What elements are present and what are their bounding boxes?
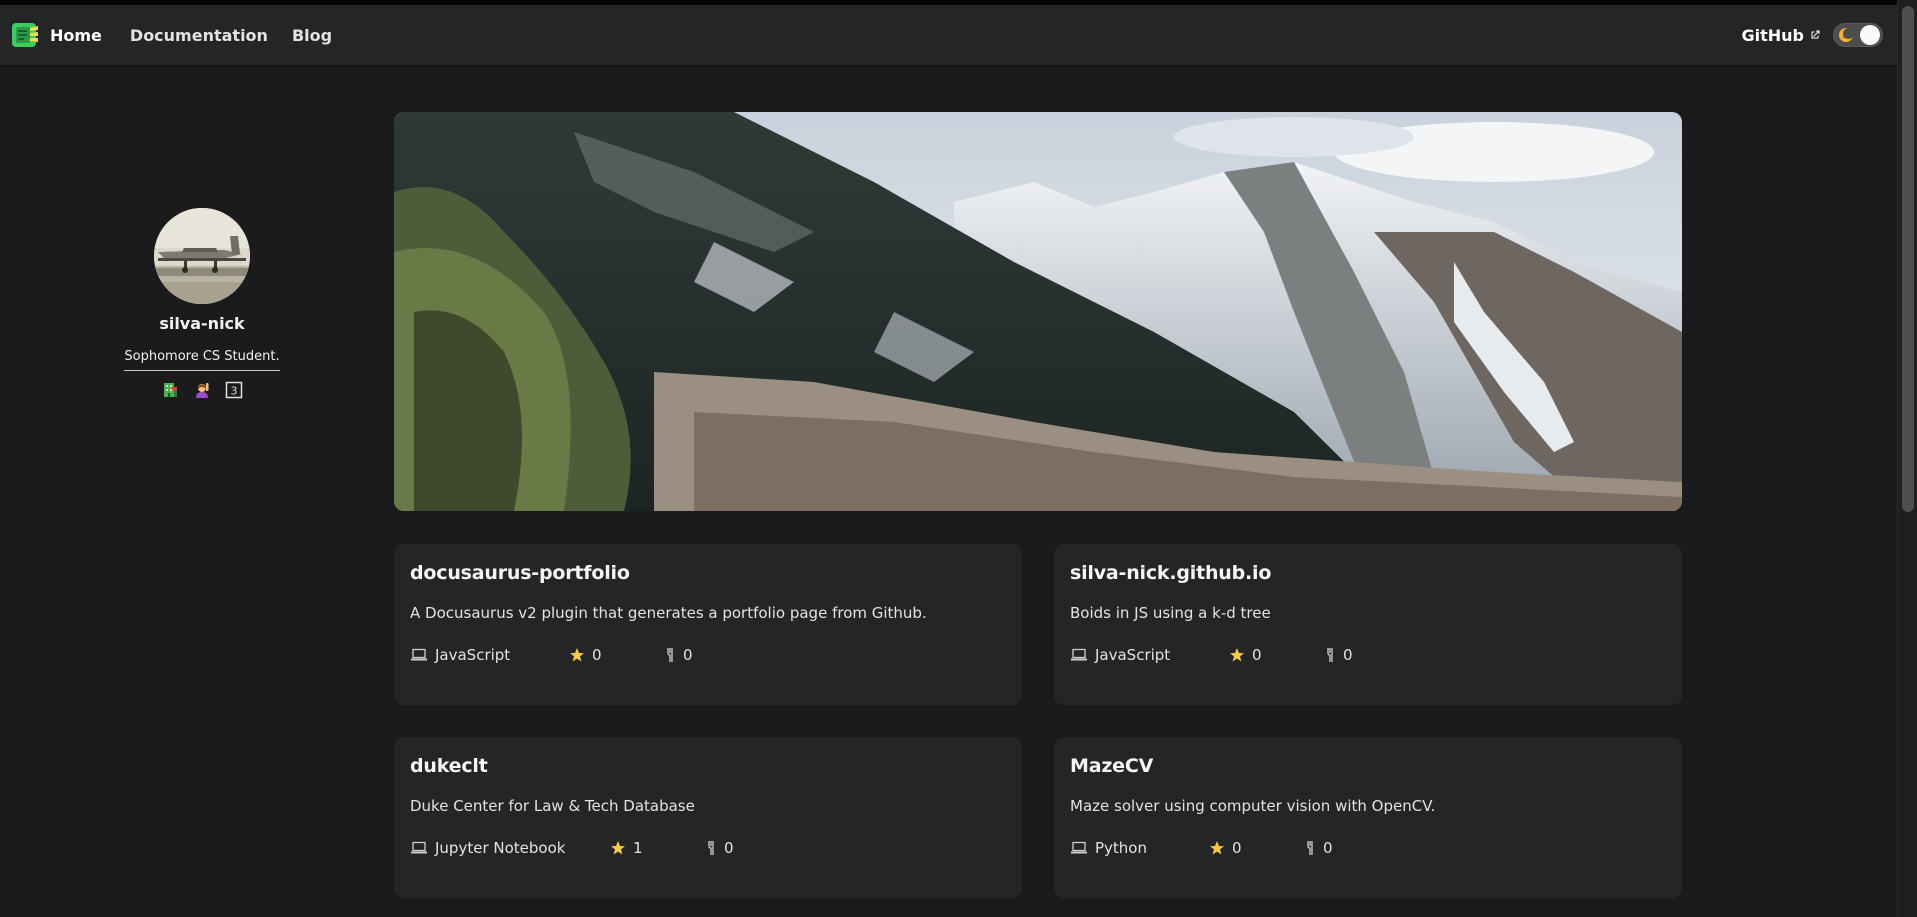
repo-stars: 0 xyxy=(1229,646,1326,664)
repo-meta: JavaScript 0 0 xyxy=(1070,646,1666,664)
nav-blog-link[interactable]: Blog xyxy=(292,26,332,45)
star-icon xyxy=(1230,648,1244,662)
repo-language: JavaScript xyxy=(1070,646,1229,664)
fork-icon xyxy=(1327,648,1333,662)
avatar-airplane-image xyxy=(154,208,250,304)
repo-forks-count: 0 xyxy=(1343,646,1353,664)
repo-description: Boids in JS using a k-d tree xyxy=(1070,604,1271,622)
github-link[interactable]: GitHub xyxy=(1742,26,1822,45)
moon-icon xyxy=(1839,28,1854,42)
fork-icon xyxy=(708,841,714,855)
external-link-icon xyxy=(1811,30,1820,39)
site-logo-icon[interactable] xyxy=(10,20,40,50)
repo-forks: 0 xyxy=(1306,839,1333,857)
repo-card[interactable]: docusaurus-portfolio A Docusaurus v2 plu… xyxy=(394,544,1022,705)
repo-title[interactable]: docusaurus-portfolio xyxy=(410,562,1006,584)
repo-language: Jupyter Notebook xyxy=(410,839,610,857)
toggle-knob xyxy=(1860,25,1880,45)
repo-stars-count: 0 xyxy=(592,646,602,664)
repo-description: A Docusaurus v2 plugin that generates a … xyxy=(410,604,927,622)
repo-forks: 0 xyxy=(707,839,734,857)
laptop-icon xyxy=(411,841,427,854)
navbar-right: GitHub xyxy=(1742,5,1898,65)
repo-forks-count: 0 xyxy=(724,839,734,857)
repo-language: Python xyxy=(1070,839,1209,857)
star-icon xyxy=(611,841,625,855)
repo-card[interactable]: dukeclt Duke Center for Law & Tech Datab… xyxy=(394,737,1022,898)
navbar: Home Documentation Blog GitHub xyxy=(0,5,1897,65)
avatar xyxy=(154,208,250,304)
building-icon xyxy=(161,381,179,399)
repo-card[interactable]: silva-nick.github.io Boids in JS using a… xyxy=(1054,544,1682,705)
repo-stars-count: 0 xyxy=(1252,646,1262,664)
star-icon xyxy=(1210,841,1224,855)
repo-card[interactable]: MazeCV Maze solver using computer vision… xyxy=(1054,737,1682,898)
repo-meta: Jupyter Notebook 1 0 xyxy=(410,839,1006,857)
repo-description: Duke Center for Law & Tech Database xyxy=(410,797,695,815)
repo-language: JavaScript xyxy=(410,646,569,664)
laptop-icon xyxy=(411,648,427,661)
repo-title[interactable]: dukeclt xyxy=(410,755,1006,777)
laptop-icon xyxy=(1071,648,1087,661)
keycap-3-icon: 3 xyxy=(225,381,243,399)
page-scrollbar[interactable] xyxy=(1897,0,1917,917)
repo-title[interactable]: silva-nick.github.io xyxy=(1070,562,1666,584)
fork-icon xyxy=(1307,841,1313,855)
repo-meta: Python 0 0 xyxy=(1070,839,1666,857)
repo-stars: 0 xyxy=(1209,839,1306,857)
repo-forks-count: 0 xyxy=(683,646,693,664)
github-link-label: GitHub xyxy=(1741,25,1805,45)
profile-bio: Sophomore CS Student. xyxy=(124,349,280,371)
person-raising-hand-icon xyxy=(193,381,211,399)
profile-sidebar: silva-nick Sophomore CS Student. 3 xyxy=(100,208,304,399)
repo-forks: 0 xyxy=(1326,646,1353,664)
dark-mode-toggle[interactable] xyxy=(1833,23,1883,47)
repo-language-label: JavaScript xyxy=(435,646,511,664)
repo-language-label: Jupyter Notebook xyxy=(435,839,566,857)
repo-title[interactable]: MazeCV xyxy=(1070,755,1666,777)
repo-stars: 1 xyxy=(610,839,707,857)
hero-mountain-banner xyxy=(394,112,1682,511)
repo-forks: 0 xyxy=(666,646,693,664)
mountain-landscape-image xyxy=(394,112,1682,511)
repo-meta: JavaScript 0 0 xyxy=(410,646,1006,664)
profile-username: silva-nick xyxy=(159,314,245,333)
repo-stars-count: 1 xyxy=(633,839,643,857)
scrollbar-thumb[interactable] xyxy=(1902,6,1914,512)
nav-documentation-link[interactable]: Documentation xyxy=(130,26,268,45)
profile-icons: 3 xyxy=(161,381,243,399)
repo-forks-count: 0 xyxy=(1323,839,1333,857)
svg-text:3: 3 xyxy=(231,385,238,398)
fork-icon xyxy=(667,648,673,662)
repo-language-label: JavaScript xyxy=(1095,646,1171,664)
star-icon xyxy=(570,648,584,662)
repo-description: Maze solver using computer vision with O… xyxy=(1070,797,1436,815)
repo-stars-count: 0 xyxy=(1232,839,1242,857)
laptop-icon xyxy=(1071,841,1087,854)
repo-stars: 0 xyxy=(569,646,666,664)
repo-language-label: Python xyxy=(1095,839,1147,857)
navbar-left: Home Documentation Blog xyxy=(0,5,356,65)
nav-home-link[interactable]: Home xyxy=(50,26,102,45)
